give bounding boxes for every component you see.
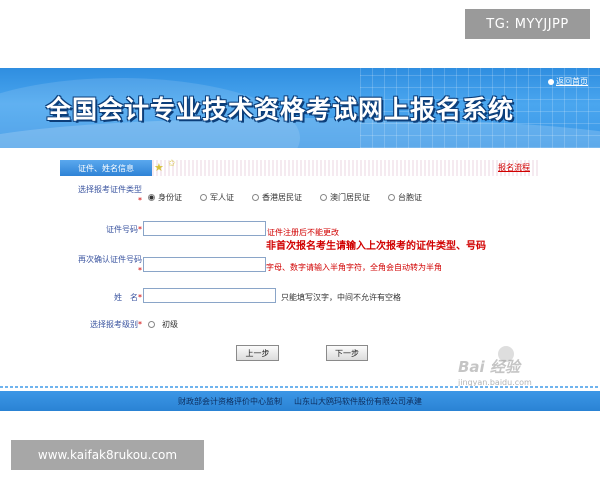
radio-label: 初级 — [162, 320, 178, 329]
name-input[interactable] — [143, 288, 276, 303]
footer-bar: 财政部会计资格评价中心监制 山东山大鸥玛软件股份有限公司承建 — [0, 391, 600, 411]
header-banner: 全国会计专业技术资格考试网上报名系统 返回首页 — [0, 68, 600, 148]
radio-button[interactable] — [252, 194, 259, 201]
radio-id-card[interactable]: 身份证 — [148, 192, 182, 203]
required-mark: * — [138, 293, 142, 302]
prev-step-button[interactable]: 上一步 — [236, 345, 279, 361]
name-hint: 只能填写汉字，中间不允许有空格 — [281, 293, 401, 302]
required-mark: * — [138, 196, 142, 205]
watermark-tag-bottom: www.kaifak8rukou.com — [11, 440, 204, 470]
radio-level-junior[interactable]: 初级 — [148, 319, 178, 330]
page-title: 全国会计专业技术资格考试网上报名系统 — [46, 95, 515, 124]
id-type-radio-group: 身份证 军人证 香港居民证 澳门居民证 台胞证 — [148, 192, 488, 203]
name-label: 姓 名* — [60, 292, 142, 303]
radio-label: 身份证 — [158, 193, 182, 202]
confirm-id-label: 再次确认证件号码 * — [60, 254, 142, 276]
radio-label: 台胞证 — [398, 193, 422, 202]
required-mark: * — [138, 320, 142, 329]
id-type-label-text: 选择报考证件类型 — [78, 185, 142, 194]
radio-button[interactable] — [148, 321, 155, 328]
name-label-text: 姓 名 — [114, 293, 138, 302]
radio-label: 澳门居民证 — [330, 193, 370, 202]
id-type-label: 选择报考证件类型 * — [60, 184, 142, 206]
halfwidth-hint: 字母、数字请输入半角字符，全角会自动转为半角 — [266, 263, 442, 272]
radio-button[interactable] — [388, 194, 395, 201]
tab-id-name-info[interactable]: 证件、姓名信息 — [60, 160, 152, 176]
confirm-id-label-text: 再次确认证件号码 — [78, 255, 142, 264]
repeat-applicant-hint: 非首次报名考生请输入上次报考的证件类型、号码 — [266, 241, 486, 252]
star-icon: ✩ — [168, 159, 176, 169]
radio-macau-resident[interactable]: 澳门居民证 — [320, 192, 370, 203]
confirm-id-input[interactable] — [143, 257, 266, 272]
star-icon: ★ — [154, 161, 164, 174]
radio-label: 军人证 — [210, 193, 234, 202]
level-label-text: 选择报考级别 — [90, 320, 138, 329]
home-icon — [548, 78, 554, 85]
back-home-link[interactable]: 返回首页 — [548, 76, 588, 87]
radio-taiwan-compatriot[interactable]: 台胞证 — [388, 192, 422, 203]
required-mark: * — [138, 266, 142, 275]
id-number-label: 证件号码* — [60, 224, 142, 235]
radio-button[interactable] — [320, 194, 327, 201]
id-number-label-text: 证件号码 — [106, 225, 138, 234]
footer-divider — [0, 386, 600, 388]
tab-strip: 证件、姓名信息 ★ ✩ 报名流程 — [60, 159, 540, 176]
required-mark: * — [138, 225, 142, 234]
radio-button[interactable] — [200, 194, 207, 201]
radio-button[interactable] — [148, 194, 155, 201]
radio-hk-resident[interactable]: 香港居民证 — [252, 192, 302, 203]
footer-developer: 山东山大鸥玛软件股份有限公司承建 — [294, 396, 422, 406]
next-step-button[interactable]: 下一步 — [326, 345, 368, 361]
watermark-tag-top: TG: MYYJJPP — [465, 9, 590, 39]
baidu-watermark: Bai 经验 — [458, 358, 520, 376]
back-home-label: 返回首页 — [556, 77, 588, 86]
registration-flow-link[interactable]: 报名流程 — [498, 162, 530, 173]
radio-military-id[interactable]: 军人证 — [200, 192, 234, 203]
radio-label: 香港居民证 — [262, 193, 302, 202]
footer-supervisor: 财政部会计资格评价中心监制 — [178, 396, 282, 406]
level-label: 选择报考级别* — [60, 319, 142, 330]
id-number-input[interactable] — [143, 221, 266, 236]
